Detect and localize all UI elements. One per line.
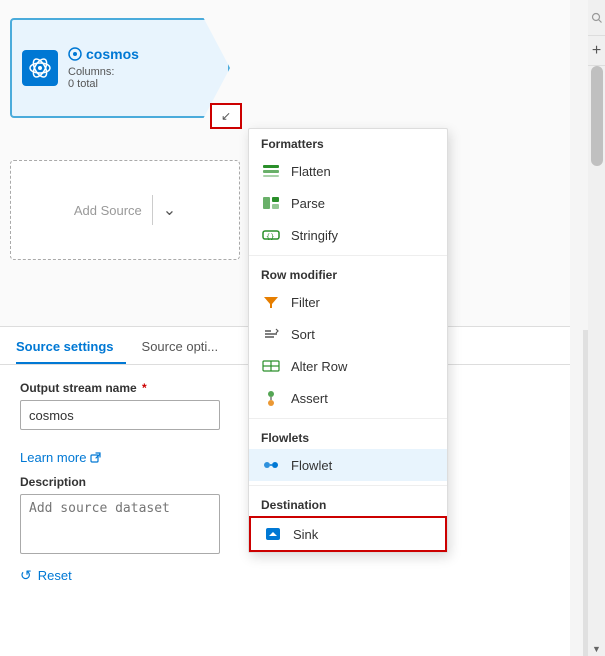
cosmos-columns: Columns: 0 total (68, 66, 139, 90)
assert-icon (261, 388, 281, 408)
parse-icon (261, 193, 281, 213)
add-source-divider (152, 195, 153, 225)
cosmos-icon (22, 50, 58, 86)
formatters-header: Formatters (249, 129, 447, 155)
cosmos-node-title: cosmos (68, 46, 139, 62)
flatten-icon (261, 161, 281, 181)
cosmos-title-icon (68, 47, 82, 61)
row-modifier-header: Row modifier (249, 260, 447, 286)
dropdown-menu: Formatters Flatten Parse {} Stringify Ro… (248, 128, 448, 553)
menu-item-sink[interactable]: Sink (249, 516, 447, 552)
required-indicator: * (142, 381, 147, 395)
sort-icon (261, 324, 281, 344)
menu-item-stringify[interactable]: {} Stringify (249, 219, 447, 251)
chevron-down-icon[interactable]: ⌄ (163, 200, 176, 220)
tab-source-settings[interactable]: Source settings (16, 339, 126, 364)
flowlet-icon (261, 455, 281, 475)
tab-source-options[interactable]: Source opti... (142, 339, 231, 364)
add-source-box[interactable]: Add Source ⌄ (10, 160, 240, 260)
zoom-in-button[interactable]: + (588, 36, 605, 66)
menu-item-sort[interactable]: Sort (249, 318, 447, 350)
reset-icon: ↺ (20, 567, 32, 584)
stringify-icon: {} (261, 225, 281, 245)
output-stream-input[interactable] (20, 400, 220, 430)
menu-item-parse[interactable]: Parse (249, 187, 447, 219)
menu-item-alter-row[interactable]: Alter Row (249, 350, 447, 382)
resize-handle[interactable] (583, 330, 588, 656)
divider-2 (249, 418, 447, 419)
sink-icon (263, 524, 283, 544)
cosmos-node[interactable]: cosmos Columns: 0 total (10, 18, 230, 118)
reset-button[interactable]: Reset (38, 568, 72, 583)
divider-3 (249, 485, 447, 486)
search-area[interactable] (588, 0, 605, 36)
learn-more-link[interactable]: Learn more (20, 450, 102, 465)
cosmos-info: cosmos Columns: 0 total (68, 46, 139, 90)
filter-icon (261, 292, 281, 312)
connector-box[interactable]: ↙ (210, 103, 242, 129)
menu-item-flowlet[interactable]: Flowlet (249, 449, 447, 481)
scroll-thumb[interactable] (591, 66, 603, 166)
svg-text:{}: {} (266, 233, 274, 241)
flowlets-header: Flowlets (249, 423, 447, 449)
menu-item-assert[interactable]: Assert (249, 382, 447, 414)
scroll-down-button[interactable]: ▼ (588, 641, 605, 656)
alter-row-icon (261, 356, 281, 376)
external-link-icon (90, 452, 102, 464)
divider-1 (249, 255, 447, 256)
destination-header: Destination (249, 490, 447, 516)
menu-item-flatten[interactable]: Flatten (249, 155, 447, 187)
search-icon (591, 12, 603, 24)
menu-item-filter[interactable]: Filter (249, 286, 447, 318)
add-source-label: Add Source (74, 203, 142, 218)
reset-row: ↺ Reset (20, 567, 550, 584)
right-scrollbar: + ▲ ▼ (588, 0, 605, 656)
description-input[interactable] (20, 494, 220, 554)
